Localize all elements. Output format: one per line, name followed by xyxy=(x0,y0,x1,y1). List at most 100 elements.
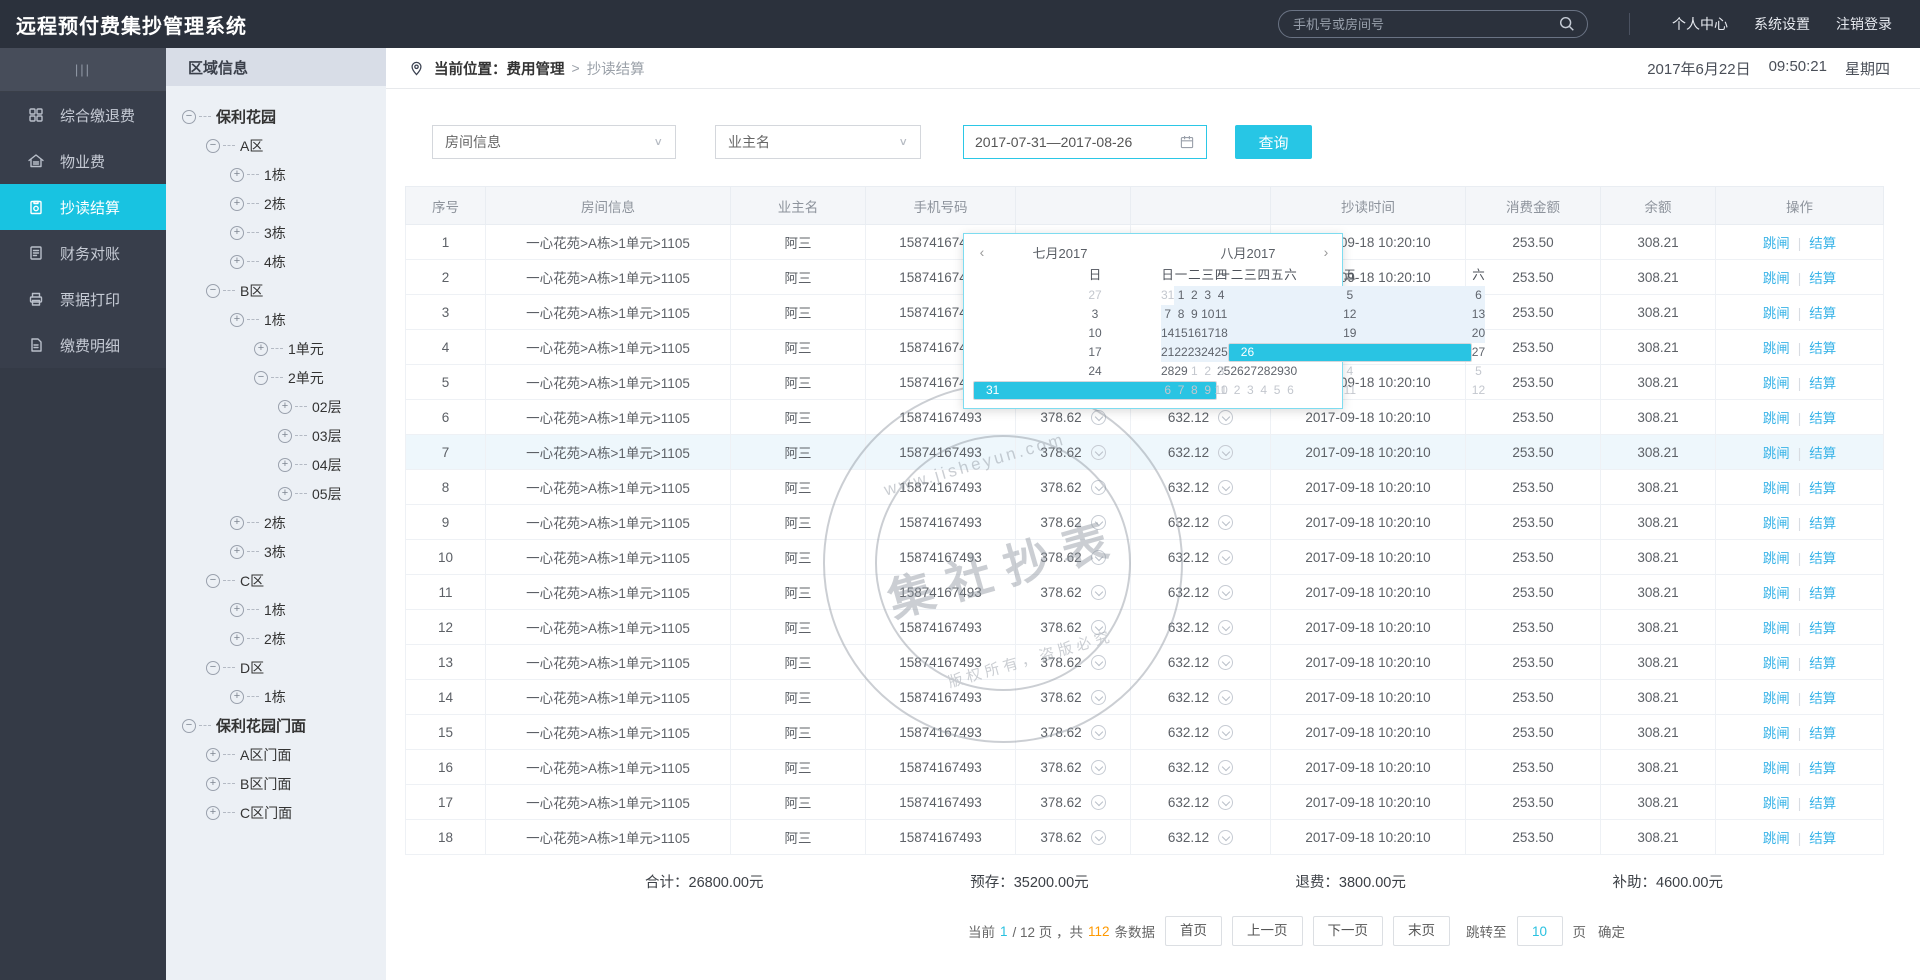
day-cell[interactable]: 13 xyxy=(1471,305,1486,324)
expand-circle-icon[interactable] xyxy=(1218,724,1234,740)
expand-circle-icon[interactable] xyxy=(1218,584,1234,600)
expand-circle-icon[interactable] xyxy=(1218,409,1234,425)
day-cell[interactable]: 22 xyxy=(1174,343,1188,362)
tree-node[interactable]: − B区 xyxy=(182,276,386,305)
expand-icon[interactable]: + xyxy=(254,341,268,356)
settle-link[interactable]: 结算 xyxy=(1809,341,1836,356)
trip-breaker-link[interactable]: 跳闸 xyxy=(1763,376,1790,391)
sidebar-item-2[interactable]: 综合缴退费 xyxy=(0,92,166,138)
day-cell[interactable]: 19 xyxy=(1227,324,1472,343)
trip-breaker-link[interactable]: 跳闸 xyxy=(1763,621,1790,636)
expand-circle-icon[interactable] xyxy=(1090,584,1106,600)
collapse-icon[interactable]: − xyxy=(254,370,268,385)
tree-node[interactable]: +03层 xyxy=(182,421,386,450)
expand-icon[interactable]: + xyxy=(230,196,244,211)
day-cell[interactable]: 12 xyxy=(1472,381,1485,400)
collapse-icon[interactable]: − xyxy=(206,573,220,588)
tree-node[interactable]: +3栋 xyxy=(182,537,386,566)
first-page-button[interactable]: 首页 xyxy=(1165,916,1223,946)
day-cell[interactable]: 5 xyxy=(1227,286,1472,305)
settle-link[interactable]: 结算 xyxy=(1809,621,1836,636)
day-cell[interactable]: 7 xyxy=(1174,381,1187,400)
tree-node[interactable]: +3栋 xyxy=(182,218,386,247)
day-cell[interactable]: 8 xyxy=(1188,381,1201,400)
day-cell[interactable]: 10 xyxy=(1201,305,1215,324)
sidebar-collapse-toggle[interactable]: ||| xyxy=(0,48,166,92)
expand-circle-icon[interactable] xyxy=(1090,724,1106,740)
day-cell[interactable]: 17 xyxy=(1201,324,1215,343)
expand-circle-icon[interactable] xyxy=(1090,619,1106,635)
expand-icon[interactable]: + xyxy=(230,312,244,327)
tree-node[interactable]: +4栋 xyxy=(182,247,386,276)
expand-circle-icon[interactable] xyxy=(1090,514,1106,530)
collapse-icon[interactable]: − xyxy=(206,283,220,298)
query-button[interactable]: 查询 xyxy=(1235,125,1312,159)
trip-breaker-link[interactable]: 跳闸 xyxy=(1763,691,1790,706)
tree-node[interactable]: +1栋 xyxy=(182,682,386,711)
day-cell[interactable]: 24 xyxy=(1201,343,1215,362)
day-cell[interactable]: 10 xyxy=(1214,381,1227,400)
settle-link[interactable]: 结算 xyxy=(1809,236,1836,251)
expand-circle-icon[interactable] xyxy=(1090,444,1106,460)
day-cell[interactable]: 28 xyxy=(1161,362,1174,381)
tree-node[interactable]: + B区门面 xyxy=(182,769,386,798)
settle-link[interactable]: 结算 xyxy=(1809,551,1836,566)
day-cell[interactable]: 11 xyxy=(1214,305,1228,324)
tree-node[interactable]: +1栋 xyxy=(182,595,386,624)
expand-icon[interactable]: + xyxy=(206,805,220,820)
settle-link[interactable]: 结算 xyxy=(1809,481,1836,496)
settle-link[interactable]: 结算 xyxy=(1809,726,1836,741)
trip-breaker-link[interactable]: 跳闸 xyxy=(1763,831,1790,846)
day-cell[interactable]: 6 xyxy=(1161,381,1174,400)
day-cell[interactable]: 20 xyxy=(1471,324,1486,343)
expand-circle-icon[interactable] xyxy=(1090,654,1106,670)
expand-circle-icon[interactable] xyxy=(1218,619,1234,635)
expand-circle-icon[interactable] xyxy=(1090,549,1106,565)
settle-link[interactable]: 结算 xyxy=(1809,411,1836,426)
expand-icon[interactable]: + xyxy=(230,631,244,646)
link-system-settings[interactable]: 系统设置 xyxy=(1754,14,1810,34)
expand-icon[interactable]: + xyxy=(206,776,220,791)
day-cell[interactable]: 9 xyxy=(1187,305,1202,324)
trip-breaker-link[interactable]: 跳闸 xyxy=(1763,411,1790,426)
trip-breaker-link[interactable]: 跳闸 xyxy=(1763,516,1790,531)
expand-icon[interactable]: + xyxy=(230,515,244,530)
sidebar-item-6[interactable]: 票据打印 xyxy=(0,276,166,322)
expand-icon[interactable]: + xyxy=(278,457,292,472)
trip-breaker-link[interactable]: 跳闸 xyxy=(1763,586,1790,601)
trip-breaker-link[interactable]: 跳闸 xyxy=(1763,551,1790,566)
tree-node[interactable]: +05层 xyxy=(182,479,386,508)
sidebar-item-3[interactable]: 物业费 xyxy=(0,138,166,184)
tree-node[interactable]: + A区门面 xyxy=(182,740,386,769)
expand-circle-icon[interactable] xyxy=(1218,829,1234,845)
expand-circle-icon[interactable] xyxy=(1090,479,1106,495)
settle-link[interactable]: 结算 xyxy=(1809,691,1836,706)
settle-link[interactable]: 结算 xyxy=(1809,516,1836,531)
expand-circle-icon[interactable] xyxy=(1090,689,1106,705)
next-page-button[interactable]: 下一页 xyxy=(1312,916,1384,946)
day-cell[interactable]: 4 xyxy=(1228,362,1472,381)
day-cell[interactable]: 1 xyxy=(1188,362,1201,381)
tree-node[interactable]: +02层 xyxy=(182,392,386,421)
trip-breaker-link[interactable]: 跳闸 xyxy=(1763,761,1790,776)
prev-month-arrow[interactable]: ‹ xyxy=(973,240,991,264)
expand-icon[interactable]: + xyxy=(278,428,292,443)
day-cell[interactable]: 21 xyxy=(1161,343,1175,362)
day-cell[interactable]: 14 xyxy=(1161,324,1175,343)
day-cell[interactable]: 6 xyxy=(1471,286,1486,305)
day-cell[interactable]: 3 xyxy=(1214,362,1227,381)
settle-link[interactable]: 结算 xyxy=(1809,796,1836,811)
tree-node[interactable]: +2栋 xyxy=(182,508,386,537)
tree-node[interactable]: − C区 xyxy=(182,566,386,595)
tree-node[interactable]: + C区门面 xyxy=(182,798,386,827)
day-cell[interactable]: 12 xyxy=(1227,305,1472,324)
expand-icon[interactable]: + xyxy=(230,167,244,182)
date-range-input[interactable]: 2017-07-31—2017-08-26 xyxy=(963,125,1207,159)
settle-link[interactable]: 结算 xyxy=(1809,271,1836,286)
trip-breaker-link[interactable]: 跳闸 xyxy=(1763,726,1790,741)
trip-breaker-link[interactable]: 跳闸 xyxy=(1763,306,1790,321)
tree-node[interactable]: +04层 xyxy=(182,450,386,479)
trip-breaker-link[interactable]: 跳闸 xyxy=(1763,481,1790,496)
link-logout[interactable]: 注销登录 xyxy=(1836,14,1892,34)
tree-node[interactable]: − A区 xyxy=(182,131,386,160)
